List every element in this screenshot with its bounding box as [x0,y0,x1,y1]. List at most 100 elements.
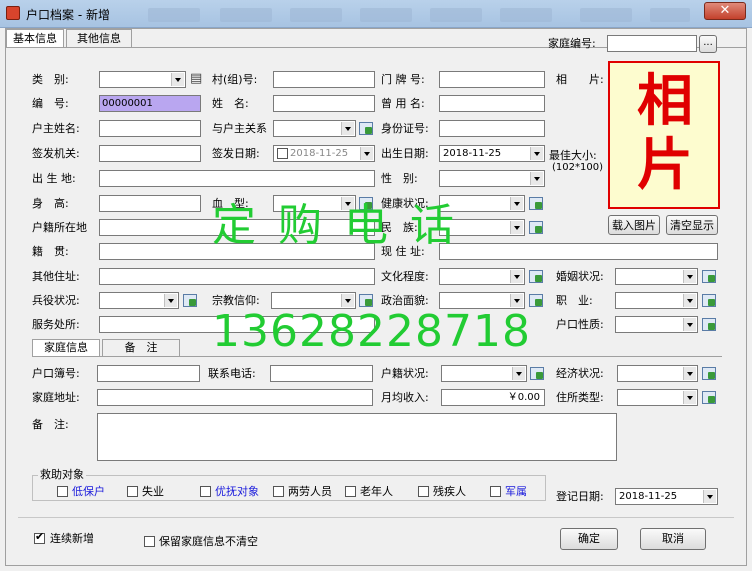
education-select[interactable] [439,268,525,285]
load-photo-button[interactable]: 载入图片 [608,215,660,235]
code-input[interactable]: 00000001 [99,95,201,112]
keep-family-checkbox[interactable] [144,536,155,547]
aid-label-youfu: 优抚对象 [215,485,259,498]
name-label: 姓 名: [212,97,249,110]
tab-other-info[interactable]: 其他信息 [66,29,132,48]
background-tab [500,8,552,22]
issue-date-label: 签发日期: [212,147,260,160]
aid-checkbox-elderly[interactable] [345,486,356,497]
house-no-input[interactable] [439,71,545,88]
aid-checkbox-youfu[interactable] [200,486,211,497]
edit-list-icon[interactable] [702,318,716,331]
aid-checkbox-unemployed[interactable] [127,486,138,497]
category-label: 类 别: [32,73,69,86]
sex-label: 性 别: [381,172,418,185]
background-tab [220,8,272,22]
military-select[interactable] [99,292,179,309]
marriage-select[interactable] [615,268,698,285]
econ-label: 经济状况: [556,367,604,380]
phone-label: 联系电话: [208,367,256,380]
sex-select[interactable] [439,170,545,187]
former-name-label: 曾 用 名: [381,97,425,110]
reg-date-picker[interactable]: 2018-11-25 [615,488,718,505]
edit-list-icon[interactable] [529,197,543,210]
aid-label-dibao: 低保户 [72,485,105,498]
hukou-type-select[interactable] [615,316,698,333]
photo-label: 相 片: [556,73,604,86]
housing-label: 住所类型: [556,391,604,404]
edit-list-icon[interactable] [702,294,716,307]
family-addr-input[interactable] [97,389,373,406]
issue-date-picker[interactable]: 2018-11-25 [273,145,375,162]
remark-textarea[interactable] [97,413,617,461]
reg-date-label: 登记日期: [556,490,604,503]
height-label: 身 高: [32,197,69,210]
aid-checkbox-lianglao[interactable] [273,486,284,497]
village-input[interactable] [273,71,375,88]
edit-list-icon[interactable] [702,270,716,283]
keep-family-label: 保留家庭信息不清空 [159,535,258,548]
relation-select[interactable] [273,120,356,137]
birthplace-label: 出 生 地: [32,172,76,185]
aid-label-unemployed: 失业 [142,485,164,498]
photo-placeholder-text: 相片 [637,69,693,198]
other-addr-input[interactable] [99,268,375,285]
watermark-line1: 定 购 电 话 [212,200,458,251]
background-tab [650,8,690,22]
edit-list-icon[interactable] [529,221,543,234]
housing-select[interactable] [617,389,698,406]
issuer-input[interactable] [99,145,201,162]
reg-status-select[interactable] [441,365,527,382]
best-size-value: (102*100) [552,162,603,173]
edit-list-icon[interactable] [529,270,543,283]
head-name-input[interactable] [99,120,201,137]
book-no-label: 户口簿号: [32,367,80,380]
cancel-button[interactable]: 取消 [640,528,706,550]
name-input[interactable] [273,95,375,112]
clear-icon[interactable]: ▤ [190,71,208,89]
edit-list-icon[interactable] [529,294,543,307]
clear-photo-button[interactable]: 清空显示 [666,215,718,235]
edit-list-icon[interactable] [183,294,197,307]
income-label: 月均收入: [381,391,429,404]
family-no-label: 家庭编号: [548,37,596,50]
book-no-input[interactable] [97,365,200,382]
former-name-input[interactable] [439,95,545,112]
id-no-label: 身份证号: [381,122,429,135]
aid-checkbox-disabled[interactable] [418,486,429,497]
current-addr-input[interactable] [439,243,718,260]
issue-date-checkbox[interactable] [277,148,288,159]
issue-date-value: 2018-11-25 [290,148,349,159]
birth-date-value: 2018-11-25 [443,148,502,159]
aid-checkbox-military-family[interactable] [490,486,501,497]
close-button[interactable]: ✕ [704,2,746,20]
tab-basic-info[interactable]: 基本信息 [6,29,64,48]
birth-date-label: 出生日期: [381,147,429,160]
aid-checkbox-dibao[interactable] [57,486,68,497]
tab-remarks[interactable]: 备 注 [102,339,180,357]
tab-family-info[interactable]: 家庭信息 [32,339,100,357]
birthplace-input[interactable] [99,170,375,187]
edit-list-icon[interactable] [530,367,544,380]
job-label: 职 业: [556,294,593,307]
edit-list-icon[interactable] [702,391,716,404]
edit-list-icon[interactable] [702,367,716,380]
aid-group-title: 救助对象 [38,468,86,482]
job-select[interactable] [615,292,698,309]
height-input[interactable] [99,195,201,212]
birth-date-picker[interactable]: 2018-11-25 [439,145,545,162]
edit-list-icon[interactable] [359,122,373,135]
ok-button[interactable]: 确定 [560,528,618,550]
aid-label-elderly: 老年人 [360,485,393,498]
native-label: 籍 贯: [32,245,69,258]
id-no-input[interactable] [439,120,545,137]
background-tab [360,8,412,22]
continue-add-label: 连续新增 [50,532,94,545]
phone-input[interactable] [270,365,373,382]
income-input[interactable]: ￥0.00 [441,389,545,406]
family-no-input[interactable] [607,35,697,52]
family-no-browse-button[interactable]: ... [699,35,717,53]
background-tab [430,8,482,22]
category-select[interactable] [99,71,186,88]
econ-select[interactable] [617,365,698,382]
